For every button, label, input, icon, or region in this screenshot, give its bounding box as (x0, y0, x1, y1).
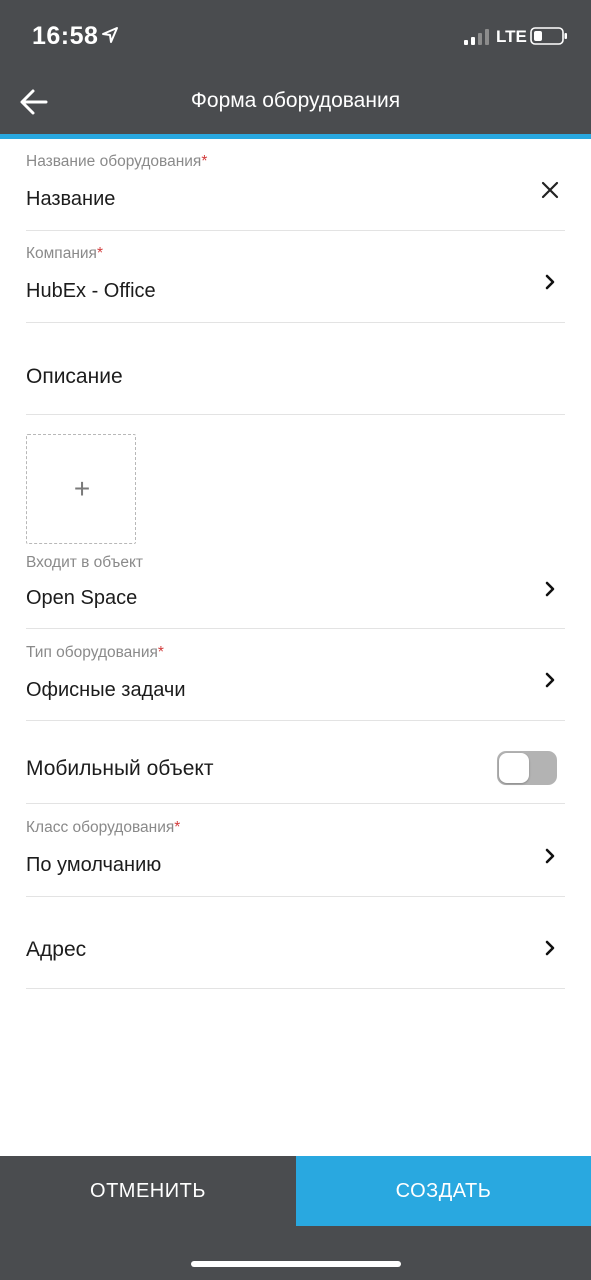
equipment-class-value: По умолчанию (26, 854, 162, 876)
page-title: Форма оборудования (190, 89, 401, 112)
equipment-name-input[interactable]: Название (26, 188, 115, 211)
home-indicator-area (0, 1226, 591, 1280)
mobile-object-label: Мобильный объект (26, 757, 214, 780)
description-field[interactable]: Описание (26, 323, 565, 415)
address-field[interactable]: Адрес (26, 897, 565, 989)
toggle-knob (499, 753, 529, 783)
equipment-class-field[interactable]: Класс оборудования* По умолчанию (26, 804, 565, 897)
mobile-object-field: Мобильный объект (26, 721, 565, 804)
chevron-right-icon (545, 274, 555, 290)
chevron-right-icon (545, 672, 555, 688)
parent-object-label: Входит в объект (26, 554, 144, 571)
address-label: Адрес (26, 938, 87, 961)
location-arrow-icon (102, 27, 118, 43)
description-label: Описание (26, 365, 123, 388)
parent-object-field[interactable]: Входит в объект Open Space (26, 544, 565, 629)
status-bar: 16:58 LTE (0, 0, 591, 72)
mobile-object-toggle[interactable] (497, 751, 557, 785)
equipment-name-field[interactable]: Название оборудования* Название (26, 139, 565, 231)
company-field[interactable]: Компания* HubEx - Office (26, 231, 565, 323)
clear-icon[interactable] (539, 179, 561, 201)
app-header: Форма оборудования (0, 72, 591, 134)
equipment-name-label: Название оборудования* (26, 153, 208, 170)
equipment-type-field[interactable]: Тип оборудования* Офисные задачи (26, 629, 565, 721)
equipment-class-label: Класс оборудования* (26, 819, 181, 836)
battery-icon (530, 27, 567, 45)
company-value: HubEx - Office (26, 280, 156, 302)
home-indicator[interactable] (191, 1261, 401, 1267)
cellular-signal-icon (464, 29, 489, 45)
equipment-type-label: Тип оборудования* (26, 644, 164, 661)
network-type: LTE (496, 27, 527, 46)
status-time: 16:58 (32, 22, 99, 50)
create-button[interactable]: СОЗДАТЬ (296, 1156, 591, 1226)
chevron-right-icon (545, 848, 555, 864)
company-label: Компания* (26, 245, 103, 262)
equipment-type-value: Офисные задачи (26, 679, 186, 701)
chevron-right-icon (545, 940, 555, 956)
add-photo-button[interactable]: + (26, 434, 136, 544)
chevron-right-icon (545, 581, 555, 597)
plus-icon: + (73, 473, 91, 504)
parent-object-value: Open Space (26, 587, 138, 609)
cancel-button[interactable]: ОТМЕНИТЬ (0, 1156, 296, 1226)
